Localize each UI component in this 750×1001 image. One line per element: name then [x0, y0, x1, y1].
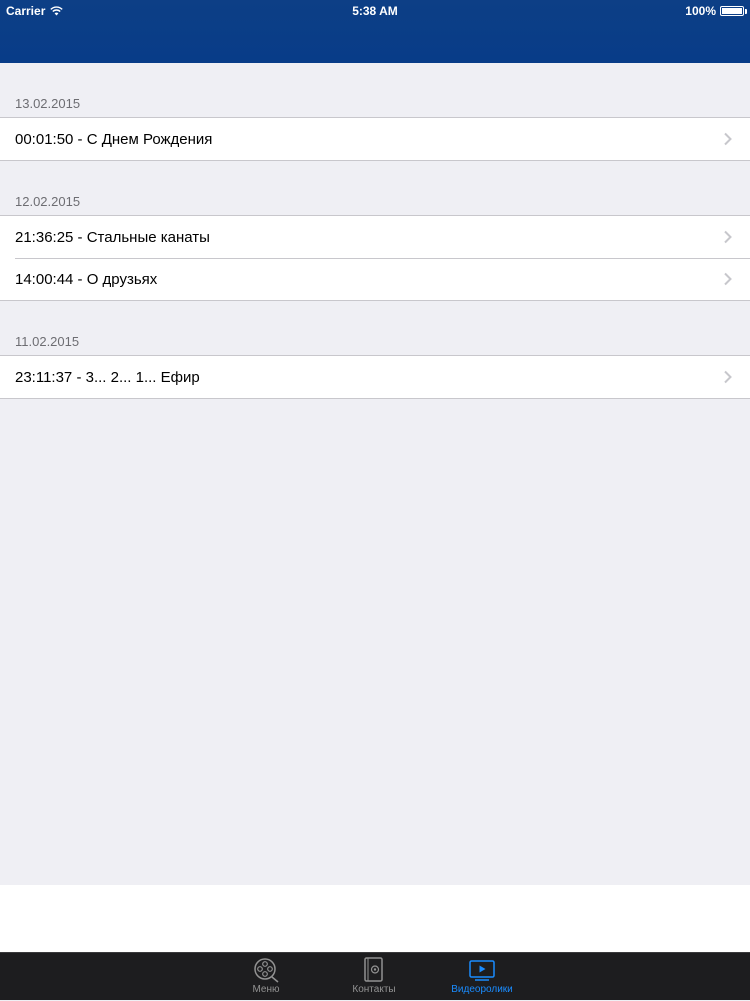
section-group: 23:11:37 - 3... 2... 1... Ефир: [0, 355, 750, 399]
section-header-date: 13.02.2015: [15, 96, 81, 111]
tab-menu-label: Меню: [252, 984, 280, 995]
status-time: 5:38 AM: [352, 4, 398, 18]
chevron-right-icon: [724, 132, 732, 146]
chevron-right-icon: [724, 230, 732, 244]
section-group: 21:36:25 - Стальные канаты 14:00:44 - О …: [0, 215, 750, 301]
tab-videos-label: Видеоролики: [451, 984, 513, 995]
battery-icon: [720, 6, 747, 16]
video-play-icon: [469, 960, 495, 981]
status-bar: Carrier 5:38 AM 100%: [0, 0, 750, 22]
film-reel-icon: [254, 958, 279, 983]
bottom-white-area: [0, 885, 750, 952]
list-item[interactable]: 00:01:50 - С Днем Рождения: [0, 118, 750, 160]
tab-menu[interactable]: Меню: [221, 953, 311, 1001]
list-item[interactable]: 21:36:25 - Стальные канаты: [0, 216, 750, 258]
chevron-right-icon: [724, 272, 732, 286]
status-right: 100%: [685, 4, 747, 18]
chevron-right-icon: [724, 370, 732, 384]
list-item-label: 23:11:37 - 3... 2... 1... Ефир: [15, 368, 200, 386]
list-item-label: 14:00:44 - О друзьях: [15, 270, 158, 288]
list-item[interactable]: 23:11:37 - 3... 2... 1... Ефир: [0, 356, 750, 398]
contacts-book-icon: [364, 957, 383, 982]
tab-contacts[interactable]: Контакты: [329, 953, 419, 1001]
section-group: 00:01:50 - С Днем Рождения: [0, 117, 750, 161]
list-item-label: 00:01:50 - С Днем Рождения: [15, 130, 213, 148]
section-header-date: 12.02.2015: [15, 194, 81, 209]
navigation-bar: Carrier 5:38 AM 100%: [0, 0, 750, 63]
list-item[interactable]: 14:00:44 - О друзьях: [0, 258, 750, 300]
tab-contacts-label: Контакты: [352, 984, 396, 995]
battery-percent: 100%: [685, 4, 716, 18]
video-list: 13.02.2015 00:01:50 - С Днем Рождения 12…: [0, 63, 750, 885]
list-item-label: 21:36:25 - Стальные канаты: [15, 228, 210, 246]
section-header-date: 11.02.2015: [15, 334, 80, 349]
tab-bar: Меню Контакты Видеоролики: [0, 952, 750, 1000]
tab-videos[interactable]: Видеоролики: [437, 953, 527, 1001]
